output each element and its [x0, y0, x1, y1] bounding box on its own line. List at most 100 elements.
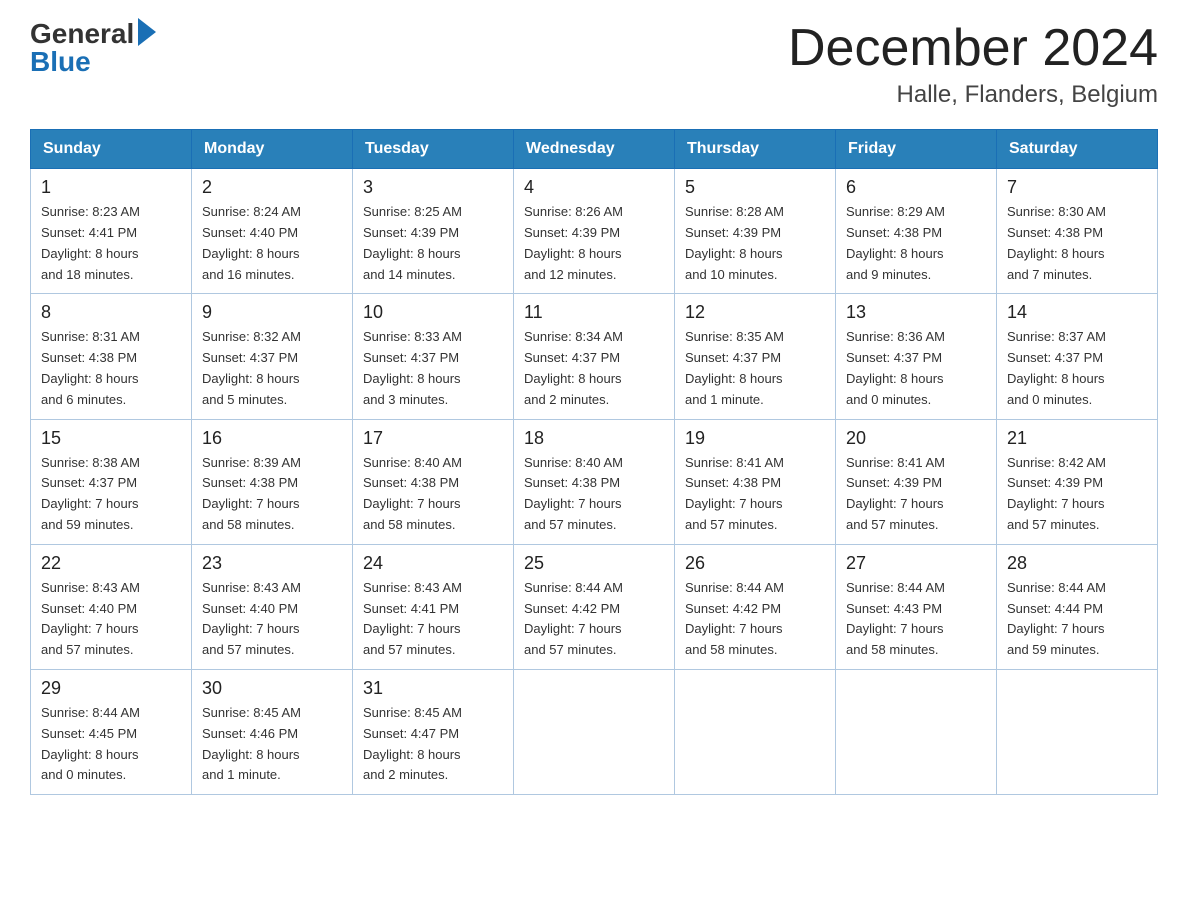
calendar-cell: 10 Sunrise: 8:33 AMSunset: 4:37 PMDaylig…: [353, 294, 514, 419]
day-number: 17: [363, 428, 503, 449]
calendar-cell: [836, 669, 997, 794]
day-info: Sunrise: 8:40 AMSunset: 4:38 PMDaylight:…: [524, 453, 664, 536]
calendar-cell: 14 Sunrise: 8:37 AMSunset: 4:37 PMDaylig…: [997, 294, 1158, 419]
logo-general-text: General: [30, 20, 134, 48]
day-info: Sunrise: 8:32 AMSunset: 4:37 PMDaylight:…: [202, 327, 342, 410]
calendar-cell: 11 Sunrise: 8:34 AMSunset: 4:37 PMDaylig…: [514, 294, 675, 419]
day-info: Sunrise: 8:26 AMSunset: 4:39 PMDaylight:…: [524, 202, 664, 285]
calendar-cell: 20 Sunrise: 8:41 AMSunset: 4:39 PMDaylig…: [836, 419, 997, 544]
day-number: 13: [846, 302, 986, 323]
day-number: 21: [1007, 428, 1147, 449]
calendar-cell: 25 Sunrise: 8:44 AMSunset: 4:42 PMDaylig…: [514, 544, 675, 669]
day-info: Sunrise: 8:40 AMSunset: 4:38 PMDaylight:…: [363, 453, 503, 536]
calendar-cell: [675, 669, 836, 794]
day-info: Sunrise: 8:30 AMSunset: 4:38 PMDaylight:…: [1007, 202, 1147, 285]
day-number: 6: [846, 177, 986, 198]
calendar-cell: 9 Sunrise: 8:32 AMSunset: 4:37 PMDayligh…: [192, 294, 353, 419]
day-number: 3: [363, 177, 503, 198]
calendar-cell: 3 Sunrise: 8:25 AMSunset: 4:39 PMDayligh…: [353, 169, 514, 294]
day-info: Sunrise: 8:43 AMSunset: 4:40 PMDaylight:…: [41, 578, 181, 661]
calendar-cell: 21 Sunrise: 8:42 AMSunset: 4:39 PMDaylig…: [997, 419, 1158, 544]
calendar-cell: 18 Sunrise: 8:40 AMSunset: 4:38 PMDaylig…: [514, 419, 675, 544]
day-info: Sunrise: 8:23 AMSunset: 4:41 PMDaylight:…: [41, 202, 181, 285]
day-number: 1: [41, 177, 181, 198]
calendar-week-row: 29 Sunrise: 8:44 AMSunset: 4:45 PMDaylig…: [31, 669, 1158, 794]
day-number: 8: [41, 302, 181, 323]
calendar-cell: 5 Sunrise: 8:28 AMSunset: 4:39 PMDayligh…: [675, 169, 836, 294]
day-info: Sunrise: 8:28 AMSunset: 4:39 PMDaylight:…: [685, 202, 825, 285]
calendar-cell: 12 Sunrise: 8:35 AMSunset: 4:37 PMDaylig…: [675, 294, 836, 419]
day-info: Sunrise: 8:44 AMSunset: 4:42 PMDaylight:…: [685, 578, 825, 661]
calendar-week-row: 1 Sunrise: 8:23 AMSunset: 4:41 PMDayligh…: [31, 169, 1158, 294]
logo-blue-text: Blue: [30, 48, 91, 76]
location-subtitle: Halle, Flanders, Belgium: [788, 81, 1158, 109]
calendar-cell: 16 Sunrise: 8:39 AMSunset: 4:38 PMDaylig…: [192, 419, 353, 544]
day-info: Sunrise: 8:45 AMSunset: 4:46 PMDaylight:…: [202, 703, 342, 786]
day-info: Sunrise: 8:35 AMSunset: 4:37 PMDaylight:…: [685, 327, 825, 410]
calendar-day-header: Wednesday: [514, 130, 675, 169]
day-info: Sunrise: 8:43 AMSunset: 4:41 PMDaylight:…: [363, 578, 503, 661]
day-number: 20: [846, 428, 986, 449]
day-info: Sunrise: 8:41 AMSunset: 4:39 PMDaylight:…: [846, 453, 986, 536]
day-info: Sunrise: 8:24 AMSunset: 4:40 PMDaylight:…: [202, 202, 342, 285]
calendar-cell: 29 Sunrise: 8:44 AMSunset: 4:45 PMDaylig…: [31, 669, 192, 794]
day-number: 25: [524, 553, 664, 574]
calendar-cell: 19 Sunrise: 8:41 AMSunset: 4:38 PMDaylig…: [675, 419, 836, 544]
calendar-cell: 6 Sunrise: 8:29 AMSunset: 4:38 PMDayligh…: [836, 169, 997, 294]
page-header: General Blue December 2024 Halle, Flande…: [30, 20, 1158, 109]
day-number: 23: [202, 553, 342, 574]
calendar-cell: 15 Sunrise: 8:38 AMSunset: 4:37 PMDaylig…: [31, 419, 192, 544]
day-number: 22: [41, 553, 181, 574]
day-info: Sunrise: 8:29 AMSunset: 4:38 PMDaylight:…: [846, 202, 986, 285]
day-number: 2: [202, 177, 342, 198]
month-year-title: December 2024: [788, 20, 1158, 77]
calendar-cell: 31 Sunrise: 8:45 AMSunset: 4:47 PMDaylig…: [353, 669, 514, 794]
day-info: Sunrise: 8:45 AMSunset: 4:47 PMDaylight:…: [363, 703, 503, 786]
calendar-cell: 7 Sunrise: 8:30 AMSunset: 4:38 PMDayligh…: [997, 169, 1158, 294]
day-number: 24: [363, 553, 503, 574]
day-number: 11: [524, 302, 664, 323]
day-number: 26: [685, 553, 825, 574]
day-number: 12: [685, 302, 825, 323]
day-info: Sunrise: 8:44 AMSunset: 4:43 PMDaylight:…: [846, 578, 986, 661]
day-number: 19: [685, 428, 825, 449]
calendar-day-header: Tuesday: [353, 130, 514, 169]
day-info: Sunrise: 8:34 AMSunset: 4:37 PMDaylight:…: [524, 327, 664, 410]
calendar-cell: 23 Sunrise: 8:43 AMSunset: 4:40 PMDaylig…: [192, 544, 353, 669]
day-info: Sunrise: 8:31 AMSunset: 4:38 PMDaylight:…: [41, 327, 181, 410]
title-block: December 2024 Halle, Flanders, Belgium: [788, 20, 1158, 109]
day-number: 7: [1007, 177, 1147, 198]
day-info: Sunrise: 8:39 AMSunset: 4:38 PMDaylight:…: [202, 453, 342, 536]
day-number: 28: [1007, 553, 1147, 574]
day-info: Sunrise: 8:44 AMSunset: 4:45 PMDaylight:…: [41, 703, 181, 786]
calendar-cell: 30 Sunrise: 8:45 AMSunset: 4:46 PMDaylig…: [192, 669, 353, 794]
day-number: 10: [363, 302, 503, 323]
day-number: 31: [363, 678, 503, 699]
calendar-cell: 24 Sunrise: 8:43 AMSunset: 4:41 PMDaylig…: [353, 544, 514, 669]
day-info: Sunrise: 8:33 AMSunset: 4:37 PMDaylight:…: [363, 327, 503, 410]
calendar-cell: 17 Sunrise: 8:40 AMSunset: 4:38 PMDaylig…: [353, 419, 514, 544]
calendar-day-header: Monday: [192, 130, 353, 169]
day-number: 27: [846, 553, 986, 574]
calendar-cell: 22 Sunrise: 8:43 AMSunset: 4:40 PMDaylig…: [31, 544, 192, 669]
calendar-cell: 28 Sunrise: 8:44 AMSunset: 4:44 PMDaylig…: [997, 544, 1158, 669]
calendar-cell: [514, 669, 675, 794]
calendar-day-header: Friday: [836, 130, 997, 169]
day-number: 9: [202, 302, 342, 323]
calendar-cell: 8 Sunrise: 8:31 AMSunset: 4:38 PMDayligh…: [31, 294, 192, 419]
day-info: Sunrise: 8:44 AMSunset: 4:44 PMDaylight:…: [1007, 578, 1147, 661]
calendar-cell: 2 Sunrise: 8:24 AMSunset: 4:40 PMDayligh…: [192, 169, 353, 294]
calendar-day-header: Saturday: [997, 130, 1158, 169]
day-info: Sunrise: 8:43 AMSunset: 4:40 PMDaylight:…: [202, 578, 342, 661]
day-number: 14: [1007, 302, 1147, 323]
day-number: 5: [685, 177, 825, 198]
calendar-cell: 13 Sunrise: 8:36 AMSunset: 4:37 PMDaylig…: [836, 294, 997, 419]
calendar-week-row: 22 Sunrise: 8:43 AMSunset: 4:40 PMDaylig…: [31, 544, 1158, 669]
day-number: 29: [41, 678, 181, 699]
day-info: Sunrise: 8:25 AMSunset: 4:39 PMDaylight:…: [363, 202, 503, 285]
day-number: 30: [202, 678, 342, 699]
calendar-day-header: Thursday: [675, 130, 836, 169]
day-info: Sunrise: 8:42 AMSunset: 4:39 PMDaylight:…: [1007, 453, 1147, 536]
calendar-cell: 1 Sunrise: 8:23 AMSunset: 4:41 PMDayligh…: [31, 169, 192, 294]
calendar-cell: 26 Sunrise: 8:44 AMSunset: 4:42 PMDaylig…: [675, 544, 836, 669]
